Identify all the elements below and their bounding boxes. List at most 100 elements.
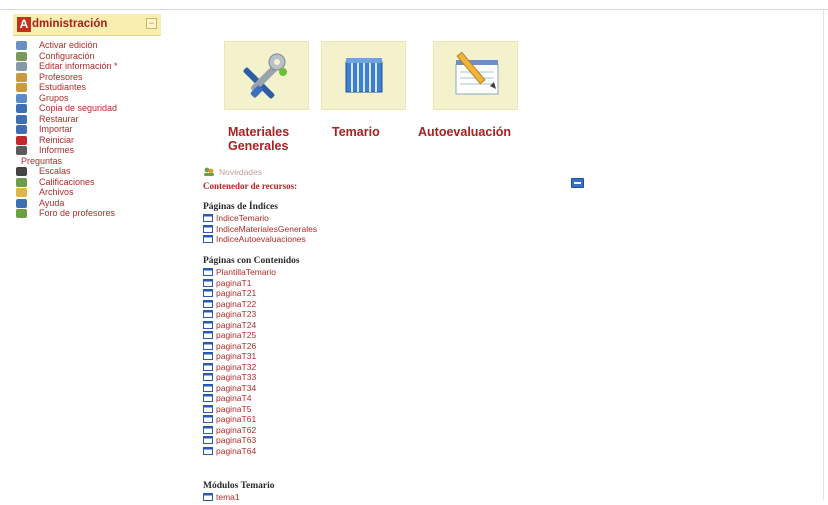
- admin-item[interactable]: Ayuda: [13, 198, 161, 209]
- page-icon: [203, 214, 213, 222]
- autoevaluacion-label[interactable]: Autoevaluación: [418, 125, 511, 139]
- page-icon: [203, 383, 213, 392]
- page-link[interactable]: paginaT1: [203, 278, 276, 289]
- page-link[interactable]: paginaT23: [203, 309, 276, 320]
- page-icon: [203, 493, 213, 501]
- page-link-label: IndiceTemario: [216, 213, 269, 223]
- page-link[interactable]: paginaT61: [203, 414, 276, 425]
- admin-item-label: Calificaciones: [39, 176, 95, 187]
- page-link[interactable]: paginaT33: [203, 372, 276, 383]
- page-icon: [203, 278, 213, 287]
- tools-icon: [243, 53, 287, 99]
- page-link-label: paginaT64: [216, 445, 257, 456]
- admin-item[interactable]: Configuración: [13, 51, 161, 62]
- reset-icon: [16, 135, 27, 145]
- admin-item-label: Estudiantes: [39, 82, 87, 92]
- admin-item[interactable]: Editar información *: [13, 61, 161, 72]
- page-link-label: paginaT21: [216, 288, 257, 298]
- section-list: IndiceTemario IndiceMaterialesGenerales In…: [203, 213, 317, 245]
- admin-item-label: Preguntas: [21, 155, 63, 166]
- page-link-label: paginaT22: [216, 298, 257, 309]
- page-link[interactable]: tema1: [203, 492, 240, 503]
- page-link-label: paginaT61: [216, 414, 257, 424]
- admin-item-label: Activar edición: [39, 40, 98, 50]
- page-icon: [203, 235, 213, 243]
- page-link-label: IndiceMaterialesGenerales: [216, 223, 318, 234]
- import-icon: [16, 125, 27, 134]
- news-link[interactable]: Novedades: [203, 166, 262, 178]
- page-link[interactable]: paginaT64: [203, 446, 276, 457]
- page-icon: [203, 362, 213, 371]
- page-link[interactable]: paginaT63: [203, 435, 276, 446]
- page-link-label: paginaT32: [216, 361, 257, 372]
- admin-title: dministración: [32, 18, 108, 30]
- admin-item-label: Escalas: [39, 166, 71, 176]
- admin-item-label: Archivos: [39, 187, 74, 197]
- materiales-label[interactable]: Materiales Generales: [228, 125, 289, 153]
- admin-item[interactable]: Copia de seguridad: [13, 103, 161, 114]
- materiales-tile[interactable]: [224, 41, 309, 110]
- restore-icon: [16, 114, 27, 124]
- scales-icon: [16, 167, 27, 176]
- page-icon: [203, 425, 213, 434]
- admin-item[interactable]: Reiniciar: [13, 135, 161, 146]
- admin-item[interactable]: Informes: [13, 145, 161, 156]
- forum-icon: [16, 209, 27, 218]
- folder-icon: [16, 188, 27, 197]
- help-icon: [16, 198, 27, 208]
- page-link-label: paginaT25: [216, 330, 257, 340]
- page-icon: [203, 446, 213, 455]
- admin-item[interactable]: Estudiantes: [13, 82, 161, 93]
- admin-item[interactable]: Foro de profesores: [13, 208, 161, 219]
- page-link-label: paginaT26: [216, 340, 257, 351]
- page-link[interactable]: PlantillaTemario: [203, 267, 276, 278]
- page-icon: [203, 436, 213, 444]
- page-icon: [203, 415, 213, 423]
- page-link[interactable]: paginaT5: [203, 404, 276, 415]
- page-icon: [203, 310, 213, 318]
- temario-label[interactable]: Temario: [332, 125, 380, 139]
- admin-item[interactable]: Profesores: [13, 72, 161, 83]
- admin-item[interactable]: Restaurar: [13, 114, 161, 125]
- info-icon: [16, 62, 27, 71]
- students-icon: [16, 83, 27, 92]
- page-icon: [203, 289, 213, 297]
- admin-item[interactable]: Escalas: [13, 166, 161, 177]
- admin-item[interactable]: Grupos: [13, 93, 161, 104]
- page-link[interactable]: paginaT21: [203, 288, 276, 299]
- page-link[interactable]: IndiceAutoevaluaciones: [203, 234, 317, 245]
- page-link[interactable]: IndiceTemario: [203, 213, 317, 224]
- page-link-label: paginaT1: [216, 277, 252, 288]
- page-icon: [203, 320, 213, 329]
- page-link[interactable]: paginaT26: [203, 341, 276, 352]
- page-link[interactable]: paginaT62: [203, 425, 276, 436]
- admin-item[interactable]: Importar: [13, 124, 161, 135]
- temario-tile[interactable]: [321, 41, 406, 110]
- edit-icon: [16, 41, 27, 50]
- toggle-icon[interactable]: [571, 178, 584, 188]
- groups-icon: [16, 93, 27, 103]
- page-link-label: IndiceAutoevaluaciones: [216, 234, 306, 244]
- admin-item[interactable]: Activar edición: [13, 40, 161, 51]
- page-link[interactable]: IndiceMaterialesGenerales: [203, 224, 317, 235]
- page-link[interactable]: paginaT4: [203, 393, 276, 404]
- admin-item[interactable]: Calificaciones: [13, 177, 161, 188]
- page-link[interactable]: paginaT25: [203, 330, 276, 341]
- section-list: PlantillaTemario paginaT1 paginaT21 paginaT…: [203, 267, 276, 456]
- page-link-label: paginaT5: [216, 403, 252, 414]
- resources-heading: Contenedor de recursos:: [203, 181, 298, 191]
- page-link-label: paginaT63: [216, 435, 257, 445]
- grades-icon: [16, 177, 27, 187]
- autoevaluacion-tile[interactable]: [433, 41, 518, 110]
- page-link[interactable]: paginaT22: [203, 299, 276, 310]
- collapse-icon[interactable]: −: [146, 18, 157, 29]
- admin-item[interactable]: Archivos: [13, 187, 161, 198]
- backup-icon: [16, 104, 27, 113]
- admin-item[interactable]: Preguntas: [13, 156, 161, 167]
- page-link[interactable]: paginaT34: [203, 383, 276, 394]
- page-link[interactable]: paginaT24: [203, 320, 276, 331]
- page-link[interactable]: paginaT31: [203, 351, 276, 362]
- page-link-label: PlantillaTemario: [216, 267, 276, 277]
- page-link-label: paginaT62: [216, 424, 257, 435]
- page-link[interactable]: paginaT32: [203, 362, 276, 373]
